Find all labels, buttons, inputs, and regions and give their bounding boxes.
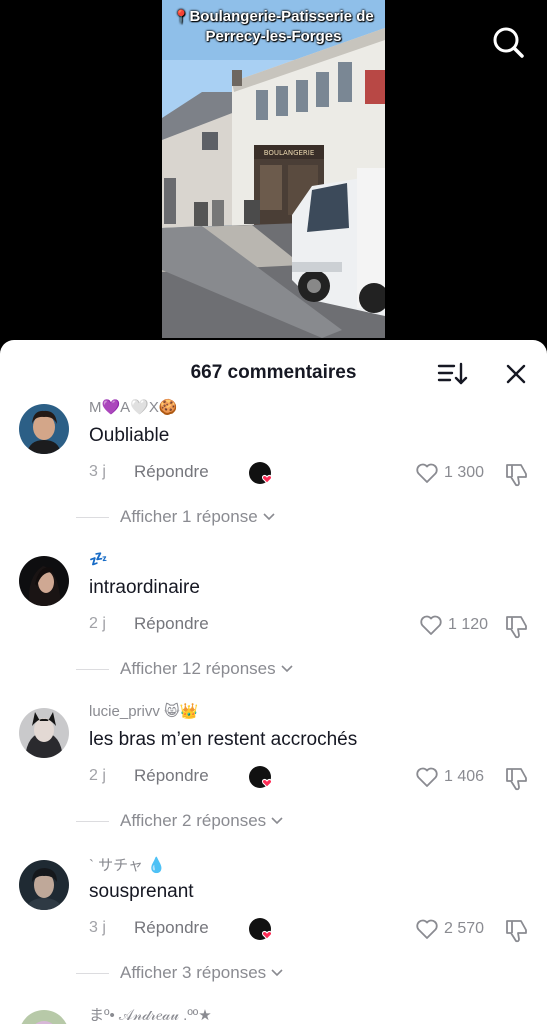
avatar-image <box>19 404 69 454</box>
comment-text: sousprenant <box>89 881 194 902</box>
like-button[interactable]: 1 120 <box>419 612 488 638</box>
chevron-down-icon <box>263 513 275 521</box>
location-caption[interactable]: 📍Boulangerie-Patisserie de Perrecy-les-F… <box>162 7 385 47</box>
like-count: 2 570 <box>444 920 485 937</box>
comment-item: ` サチャ 💧 sousprenant 3 j Répondre 2 570 A… <box>0 857 547 1012</box>
location-name: Boulangerie-Patisserie de Perrecy-les-Fo… <box>189 8 374 45</box>
sort-button[interactable] <box>436 360 468 388</box>
video-thumbnail[interactable]: BOULANGERIE <box>162 0 385 338</box>
comment-actions: 3 j Répondre 1 300 <box>89 460 531 488</box>
reply-button[interactable]: Répondre <box>134 462 209 482</box>
avatar-image <box>19 708 69 758</box>
comment-age: 2 j <box>89 767 106 784</box>
comment-text: intraordinaire <box>89 577 200 598</box>
avatar[interactable] <box>19 404 69 454</box>
heart-icon <box>416 919 438 939</box>
creator-liked-icon <box>249 766 272 788</box>
replies-divider <box>76 668 109 670</box>
close-icon <box>506 364 526 384</box>
comment-username[interactable]: 💤 <box>89 550 108 568</box>
avatar-image <box>19 860 69 910</box>
show-replies-label: Afficher 12 réponses <box>120 659 276 678</box>
comment-username[interactable]: lucie_privv 😸👑 <box>89 702 198 720</box>
show-replies-label: Afficher 1 réponse <box>120 507 258 526</box>
replies-divider <box>76 516 109 518</box>
dislike-icon[interactable] <box>503 764 531 792</box>
creator-liked-icon <box>249 462 272 484</box>
comment-username[interactable]: M💜A🤍X🍪 <box>89 398 178 416</box>
video-player[interactable]: BOULANGERIE 📍Boulangerie-Patisserie de P… <box>0 0 547 345</box>
search-icon <box>493 27 524 58</box>
comment-username[interactable]: ` サチャ 💧 <box>89 854 166 875</box>
like-count: 1 120 <box>448 616 489 633</box>
comment-item-partial: まº• 𝒜𝓃𝒹𝓇𝑒𝒶𝓊 .ºº★ <box>0 1004 547 1024</box>
shop-sign: BOULANGERIE <box>264 149 315 157</box>
reply-button[interactable]: Répondre <box>134 614 209 634</box>
comment-age: 3 j <box>89 919 106 936</box>
heart-icon <box>416 463 438 483</box>
avatar-image <box>19 1010 69 1024</box>
search-button[interactable] <box>488 22 528 62</box>
show-replies-label: Afficher 3 réponses <box>120 963 267 982</box>
comment-age: 2 j <box>89 615 106 632</box>
location-pin-icon: 📍 <box>173 9 190 24</box>
avatar-image <box>19 556 69 606</box>
reply-button[interactable]: Répondre <box>134 918 209 938</box>
like-button[interactable]: 1 406 <box>415 764 484 790</box>
like-count: 1 300 <box>444 464 485 481</box>
comment-item: lucie_privv 😸👑 les bras m’en restent acc… <box>0 703 547 860</box>
comment-age: 3 j <box>89 463 106 480</box>
like-button[interactable]: 1 300 <box>415 460 484 486</box>
close-button[interactable] <box>502 360 530 388</box>
replies-divider <box>76 972 109 974</box>
creator-liked-icon <box>249 918 272 940</box>
like-button[interactable]: 2 570 <box>415 916 484 942</box>
dislike-icon[interactable] <box>503 612 531 640</box>
heart-icon <box>420 615 442 635</box>
show-replies-button[interactable]: Afficher 12 réponses <box>76 657 293 681</box>
replies-divider <box>76 820 109 822</box>
comment-username[interactable]: まº• 𝒜𝓃𝒹𝓇𝑒𝒶𝓊 .ºº★ <box>89 1004 212 1024</box>
comment-actions: 2 j Répondre 1 406 <box>89 764 531 792</box>
avatar[interactable] <box>19 708 69 758</box>
chevron-down-icon <box>271 969 283 977</box>
chevron-down-icon <box>271 817 283 825</box>
comment-actions: 3 j Répondre 2 570 <box>89 916 531 944</box>
like-count: 1 406 <box>444 768 485 785</box>
comments-sheet: 667 commentaires M💜A🤍X🍪 Oubliable 3 j Ré… <box>0 340 547 1024</box>
sort-icon <box>437 362 468 385</box>
chevron-down-icon <box>281 665 293 673</box>
avatar[interactable] <box>19 860 69 910</box>
comments-header: 667 commentaires <box>0 340 547 404</box>
comment-item: 💤 intraordinaire 2 j Répondre 1 120 Affi… <box>0 551 547 708</box>
show-replies-label: Afficher 2 réponses <box>120 811 267 830</box>
comment-actions: 2 j Répondre 1 120 <box>89 612 531 640</box>
comment-text: les bras m’en restent accrochés <box>89 729 358 750</box>
dislike-icon[interactable] <box>503 916 531 944</box>
avatar[interactable] <box>19 556 69 606</box>
avatar[interactable] <box>19 1010 69 1024</box>
heart-icon <box>416 767 438 787</box>
show-replies-button[interactable]: Afficher 1 réponse <box>76 505 275 529</box>
comment-text: Oubliable <box>89 425 170 446</box>
reply-button[interactable]: Répondre <box>134 766 209 786</box>
comment-item: M💜A🤍X🍪 Oubliable 3 j Répondre 1 300 Affi… <box>0 399 547 556</box>
dislike-icon[interactable] <box>503 460 531 488</box>
show-replies-button[interactable]: Afficher 3 réponses <box>76 961 283 985</box>
show-replies-button[interactable]: Afficher 2 réponses <box>76 809 283 833</box>
